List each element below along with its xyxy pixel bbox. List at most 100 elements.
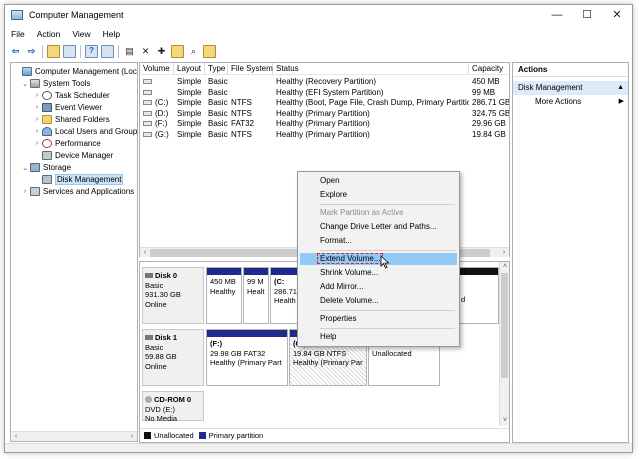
tree-item-local-users[interactable]: › Local Users and Groups xyxy=(33,126,137,137)
disk-management-icon xyxy=(42,175,52,184)
toolbar-separator xyxy=(42,44,43,58)
menu-separator xyxy=(320,328,455,329)
capacity-cell: 19.84 GB xyxy=(472,129,506,139)
scroll-left-icon[interactable]: ‹ xyxy=(11,432,21,441)
table-row[interactable]: (G:) Simple Basic NTFS Healthy (Primary … xyxy=(140,130,509,141)
menu-action[interactable]: Action xyxy=(31,27,67,41)
layout-cell: Simple xyxy=(177,87,202,97)
column-header-file-system[interactable]: File System xyxy=(228,63,273,75)
chevron-right-icon[interactable]: › xyxy=(21,188,29,195)
tree-item-disk-management[interactable]: Disk Management xyxy=(33,174,124,185)
forward-arrow-icon[interactable]: ⇨ xyxy=(25,45,38,58)
tree-item-event-viewer[interactable]: › Event Viewer xyxy=(33,102,102,113)
partition-recovery[interactable]: 450 MB Healthy xyxy=(206,267,242,324)
menu-item-format[interactable]: Format... xyxy=(300,235,457,247)
scroll-thumb[interactable] xyxy=(501,273,508,378)
scroll-up-icon[interactable]: ˄ xyxy=(500,262,509,272)
scroll-right-icon[interactable]: › xyxy=(127,432,137,441)
tree-item-device-manager[interactable]: Device Manager xyxy=(33,150,113,161)
scroll-right-icon[interactable]: › xyxy=(499,248,509,257)
menu-item-shrink-volume[interactable]: Shrink Volume... xyxy=(300,267,457,279)
close-button[interactable]: ✕ xyxy=(602,5,632,25)
menu-item-extend-volume[interactable]: Extend Volume... xyxy=(300,253,457,265)
collapse-up-icon[interactable]: ▲ xyxy=(617,81,624,95)
column-header-layout[interactable]: Layout xyxy=(174,63,205,75)
disk-icon[interactable] xyxy=(203,44,216,58)
menu-item-open[interactable]: Open xyxy=(300,175,457,187)
menu-item-help[interactable]: Help xyxy=(300,331,457,343)
tree-item-system-tools[interactable]: ⌄ System Tools xyxy=(21,78,90,89)
properties-icon[interactable] xyxy=(101,44,114,58)
menu-item-change-drive-letter[interactable]: Change Drive Letter and Paths... xyxy=(300,221,457,233)
menu-file[interactable]: File xyxy=(5,27,31,41)
console-tree[interactable]: Computer Management (Local ⌄ System Tool… xyxy=(10,62,138,442)
disk-0-label[interactable]: Disk 0 Basic 931.30 GB Online xyxy=(142,267,204,324)
settings-icon[interactable]: ✚ xyxy=(155,45,168,58)
chevron-right-icon[interactable]: › xyxy=(33,104,41,111)
table-row[interactable]: (F:) Simple Basic FAT32 Healthy (Primary… xyxy=(140,119,509,130)
column-header-volume[interactable]: Volume xyxy=(140,63,174,75)
scroll-left-icon[interactable]: ‹ xyxy=(140,248,150,257)
menu-item-properties[interactable]: Properties xyxy=(300,313,457,325)
menu-item-explore[interactable]: Explore xyxy=(300,189,457,201)
status-cell: Healthy (Primary Partition) xyxy=(276,129,370,139)
table-row[interactable]: (D:) Simple Basic NTFS Healthy (Primary … xyxy=(140,109,509,120)
help-icon[interactable]: ? xyxy=(85,44,98,58)
maximize-button[interactable]: ☐ xyxy=(572,5,602,25)
column-header-type[interactable]: Type xyxy=(205,63,228,75)
partition-c[interactable]: (C: 286.71 Health xyxy=(270,267,298,324)
chevron-right-icon[interactable]: › xyxy=(33,116,41,123)
chevron-right-icon[interactable]: › xyxy=(33,128,41,135)
volume-icon xyxy=(143,131,152,137)
column-header-capacity[interactable]: Capacity xyxy=(469,63,509,75)
chevron-down-icon[interactable]: ⌄ xyxy=(21,164,29,172)
status-cell: Healthy (Boot, Page File, Crash Dump, Pr… xyxy=(276,98,469,107)
open-folder-icon[interactable] xyxy=(171,44,184,58)
tree-root[interactable]: Computer Management (Local xyxy=(13,66,137,77)
tree-item-services[interactable]: › Services and Applications xyxy=(21,186,134,197)
menu-item-add-mirror[interactable]: Add Mirror... xyxy=(300,281,457,293)
more-actions[interactable]: More Actions ▶ xyxy=(513,95,628,109)
partition-efi[interactable]: 99 M Healt xyxy=(243,267,269,324)
mouse-pointer-icon xyxy=(380,255,390,269)
fs-cell: NTFS xyxy=(231,108,252,118)
tree-horizontal-scrollbar[interactable]: ‹ › xyxy=(11,431,137,441)
fs-cell xyxy=(228,88,273,99)
fs-cell: NTFS xyxy=(231,98,252,107)
tree-label: Shared Folders xyxy=(55,115,110,124)
table-row[interactable]: Simple Basic Healthy (Recovery Partition… xyxy=(140,77,509,88)
tree-item-shared-folders[interactable]: › Shared Folders xyxy=(33,114,110,125)
menu-item-delete-volume[interactable]: Delete Volume... xyxy=(300,295,457,307)
chevron-right-icon[interactable]: › xyxy=(33,140,41,147)
actions-section-disk-management[interactable]: Disk Management ▲ xyxy=(513,81,628,95)
disk-map-vertical-scrollbar[interactable]: ˄ ˅ xyxy=(499,262,509,426)
table-row[interactable]: (C:) Simple Basic NTFS Healthy (Boot, Pa… xyxy=(140,98,509,109)
rescan-icon[interactable]: ⌕ xyxy=(187,45,200,58)
capacity-cell: 324.75 GB xyxy=(472,108,510,118)
export-list-icon[interactable]: ▤ xyxy=(123,45,136,58)
performance-icon xyxy=(42,139,52,148)
table-row[interactable]: Simple Basic Healthy (EFI System Partiti… xyxy=(140,88,509,99)
status-cell: Healthy (Recovery Partition) xyxy=(276,77,377,86)
tree-item-performance[interactable]: › Performance xyxy=(33,138,101,149)
primary-partition-bar xyxy=(207,330,287,337)
partition-text: (F:) 29.98 GB FAT32 Healthy (Primary Part xyxy=(210,339,282,367)
menu-help[interactable]: Help xyxy=(97,27,126,41)
chevron-right-icon[interactable]: › xyxy=(33,92,41,99)
folder-up-icon[interactable] xyxy=(47,44,60,58)
chevron-down-icon[interactable]: ⌄ xyxy=(21,80,29,88)
delete-icon[interactable]: ✕ xyxy=(139,45,152,58)
services-icon xyxy=(30,187,40,196)
minimize-button[interactable]: — xyxy=(542,5,572,25)
column-header-status[interactable]: Status xyxy=(273,63,469,75)
scroll-down-icon[interactable]: ˅ xyxy=(500,416,509,426)
back-arrow-icon[interactable]: ⇦ xyxy=(9,45,22,58)
menu-view[interactable]: View xyxy=(66,27,96,41)
console-tree-icon[interactable] xyxy=(63,44,76,58)
partition-f[interactable]: (F:) 29.98 GB FAT32 Healthy (Primary Part xyxy=(206,329,288,386)
disk-1-label[interactable]: Disk 1 Basic 59.88 GB Online xyxy=(142,329,204,386)
tree-item-storage[interactable]: ⌄ Storage xyxy=(21,162,71,173)
cdrom-media: No Media xyxy=(145,414,178,423)
cdrom-label[interactable]: CD-ROM 0 DVD (E:) No Media xyxy=(142,391,204,423)
tree-item-task-scheduler[interactable]: › Task Scheduler xyxy=(33,90,110,101)
